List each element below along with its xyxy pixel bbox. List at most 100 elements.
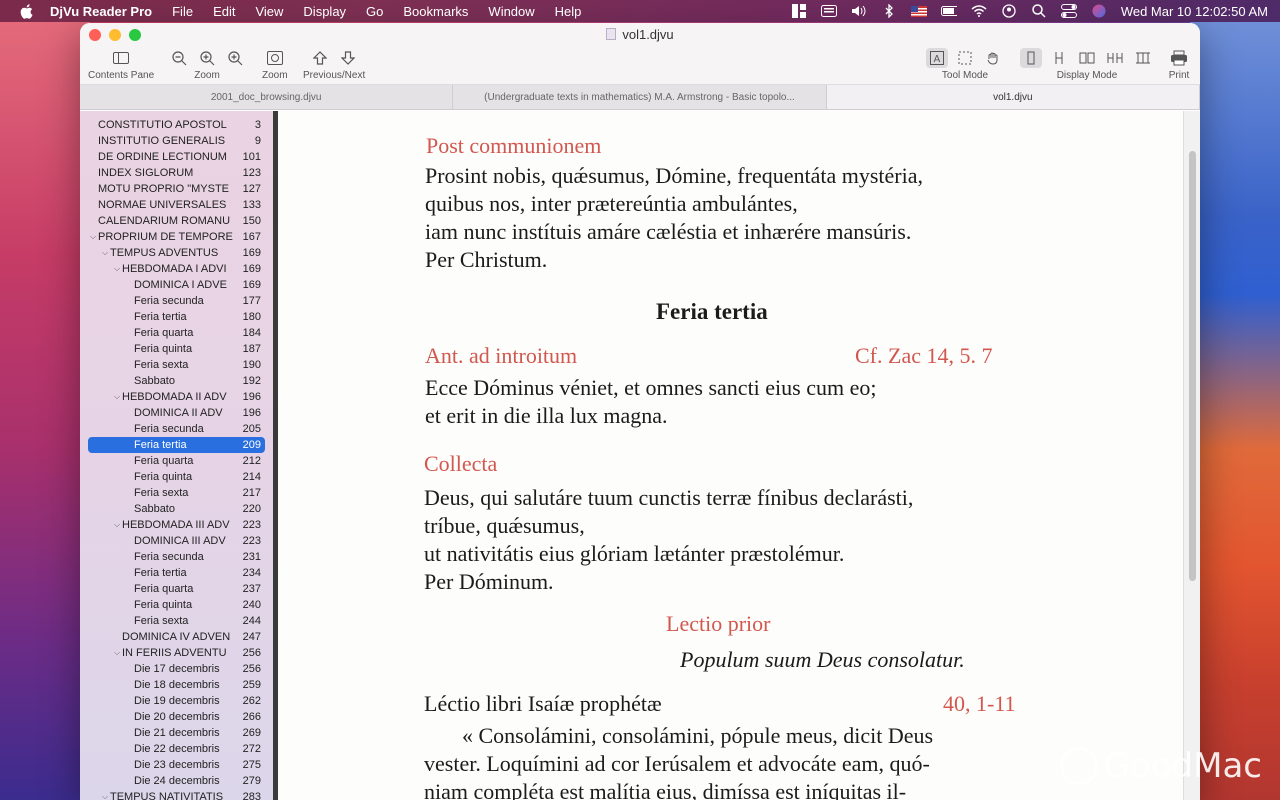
toc-item[interactable]: Sabbato 220 — [88, 501, 265, 517]
toc-item[interactable]: Feria quinta 240 — [88, 597, 265, 613]
toc-item[interactable]: Feria quarta 237 — [88, 581, 265, 597]
zoom-fit-tool: Zoom — [262, 48, 288, 81]
tab-vol1[interactable]: vol1.djvu — [826, 85, 1200, 109]
menu-help[interactable]: Help — [555, 4, 582, 19]
toc-item[interactable]: ⌵ IN FERIIS ADVENTU 256 — [88, 645, 265, 661]
toc-item[interactable]: DOMINICA IV ADVEN 247 — [88, 629, 265, 645]
two-continuous-icon[interactable] — [1104, 48, 1126, 68]
zoom-to-fit-icon[interactable] — [264, 48, 286, 68]
toc-item[interactable]: INDEX SIGLORUM 123 — [88, 165, 265, 181]
bluetooth-icon[interactable] — [881, 4, 897, 18]
tab-doc-browsing[interactable]: 2001_doc_browsing.djvu — [80, 85, 454, 109]
toc-item[interactable]: Feria tertia 180 — [88, 309, 265, 325]
menu-bookmarks[interactable]: Bookmarks — [403, 4, 468, 19]
zoom-in-icon[interactable] — [224, 48, 246, 68]
zoom-out-icon[interactable] — [168, 48, 190, 68]
control-center-icon[interactable] — [1060, 4, 1077, 18]
printer-icon[interactable] — [1168, 48, 1190, 68]
menu-window[interactable]: Window — [488, 4, 534, 19]
book-mode-icon[interactable] — [1132, 48, 1154, 68]
toc-item[interactable]: Die 21 decembris 269 — [88, 725, 265, 741]
toc-item[interactable]: CALENDARIUM ROMANU 150 — [88, 213, 265, 229]
toc-item[interactable]: Feria tertia 209 — [88, 437, 265, 453]
toc-item[interactable]: Feria secunda 231 — [88, 549, 265, 565]
menu-view[interactable]: View — [255, 4, 283, 19]
disclosure-triangle-icon[interactable]: ⌵ — [100, 792, 110, 800]
toc-item[interactable]: NORMAE UNIVERSALES 133 — [88, 197, 265, 213]
previous-page-icon[interactable] — [309, 48, 331, 68]
toc-item[interactable]: Sabbato 192 — [88, 373, 265, 389]
disclosure-triangle-icon[interactable]: ⌵ — [112, 520, 122, 530]
toc-item-page: 187 — [242, 343, 261, 355]
disclosure-triangle-icon[interactable]: ⌵ — [88, 232, 98, 242]
text-line: Per Christum. — [425, 247, 548, 272]
toc-item[interactable]: ⌵ HEBDOMADA II ADV 196 — [88, 389, 265, 405]
toc-item[interactable]: Feria sexta 190 — [88, 357, 265, 373]
prev-next-label: Previous/Next — [303, 70, 366, 81]
disclosure-triangle-icon[interactable]: ⌵ — [112, 392, 122, 402]
toc-item[interactable]: Feria sexta 244 — [88, 613, 265, 629]
tab-basic-topology[interactable]: (Undergraduate texts in mathematics) M.A… — [453, 85, 827, 109]
toc-item[interactable]: ⌵ TEMPUS ADVENTUS 169 — [88, 245, 265, 261]
scrollbar-thumb[interactable] — [1189, 151, 1196, 581]
siri-icon[interactable] — [1091, 4, 1107, 18]
toc-item[interactable]: INSTITUTIO GENERALIS 9 — [88, 133, 265, 149]
toc-item[interactable]: Die 23 decembris 275 — [88, 757, 265, 773]
toc-item[interactable]: DOMINICA III ADV 223 — [88, 533, 265, 549]
document-page[interactable]: Post communionem Prosint nobis, quǽsumus… — [278, 111, 1183, 800]
toc-item[interactable]: Feria quarta 184 — [88, 325, 265, 341]
toc-item[interactable]: MOTU PROPRIO "MYSTE 127 — [88, 181, 265, 197]
hand-tool-icon[interactable] — [982, 48, 1004, 68]
toc-item[interactable]: Feria quinta 214 — [88, 469, 265, 485]
menu-edit[interactable]: Edit — [213, 4, 235, 19]
single-continuous-icon[interactable] — [1048, 48, 1070, 68]
menu-display[interactable]: Display — [303, 4, 346, 19]
zoom-actual-icon[interactable] — [196, 48, 218, 68]
toc-item[interactable]: Die 20 decembris 266 — [88, 709, 265, 725]
toc-item[interactable]: Die 22 decembris 272 — [88, 741, 265, 757]
next-page-icon[interactable] — [337, 48, 359, 68]
menu-app-name[interactable]: DjVu Reader Pro — [50, 4, 152, 19]
volume-icon[interactable] — [851, 4, 867, 18]
toc-item[interactable]: Die 19 decembris 262 — [88, 693, 265, 709]
toc-item[interactable]: Feria tertia 234 — [88, 565, 265, 581]
toc-item[interactable]: Feria secunda 177 — [88, 293, 265, 309]
keyboard-icon[interactable] — [820, 4, 837, 18]
two-pages-icon[interactable] — [1076, 48, 1098, 68]
battery-icon[interactable] — [940, 4, 957, 18]
toc-item[interactable]: DE ORDINE LECTIONUM 101 — [88, 149, 265, 165]
toc-item[interactable]: Feria secunda 205 — [88, 421, 265, 437]
disclosure-triangle-icon[interactable]: ⌵ — [100, 248, 110, 258]
toc-item-title: Feria quarta — [134, 327, 194, 339]
user-icon[interactable] — [1001, 4, 1017, 18]
toc-item[interactable]: CONSTITUTIO APOSTOL 3 — [88, 117, 265, 133]
zoom-label: Zoom — [194, 70, 220, 81]
toc-item[interactable]: ⌵ HEBDOMADA I ADVI 169 — [88, 261, 265, 277]
toc-item[interactable]: Feria quarta 212 — [88, 453, 265, 469]
toc-item[interactable]: Feria sexta 217 — [88, 485, 265, 501]
apple-menu-icon[interactable] — [20, 3, 34, 19]
toc-item[interactable]: ⌵ PROPRIUM DE TEMPORE 167 — [88, 229, 265, 245]
toc-item[interactable]: ⌵ HEBDOMADA III ADV 223 — [88, 517, 265, 533]
flag-us-icon[interactable] — [910, 4, 927, 18]
wifi-icon[interactable] — [971, 4, 987, 18]
text-select-icon[interactable]: A — [926, 48, 948, 68]
toc-item[interactable]: Die 24 decembris 279 — [88, 773, 265, 789]
marquee-select-icon[interactable] — [954, 48, 976, 68]
layout-icon[interactable] — [791, 4, 807, 18]
disclosure-triangle-icon[interactable]: ⌵ — [112, 264, 122, 274]
toc-item[interactable]: DOMINICA II ADV 196 — [88, 405, 265, 421]
search-icon[interactable] — [1031, 4, 1047, 18]
toc-item[interactable]: Feria quinta 187 — [88, 341, 265, 357]
menu-clock[interactable]: Wed Mar 10 12:02:50 AM — [1121, 4, 1268, 19]
toc-item[interactable]: Die 18 decembris 259 — [88, 677, 265, 693]
vertical-scrollbar[interactable] — [1183, 111, 1200, 800]
toc-item[interactable]: DOMINICA I ADVE 169 — [88, 277, 265, 293]
disclosure-triangle-icon[interactable]: ⌵ — [112, 648, 122, 658]
toc-item[interactable]: ⌵ TEMPUS NATIVITATIS 283 — [88, 789, 265, 800]
menu-go[interactable]: Go — [366, 4, 383, 19]
sidebar-toggle-icon[interactable] — [110, 48, 132, 68]
single-page-icon[interactable] — [1020, 48, 1042, 68]
toc-item[interactable]: Die 17 decembris 256 — [88, 661, 265, 677]
menu-file[interactable]: File — [172, 4, 193, 19]
